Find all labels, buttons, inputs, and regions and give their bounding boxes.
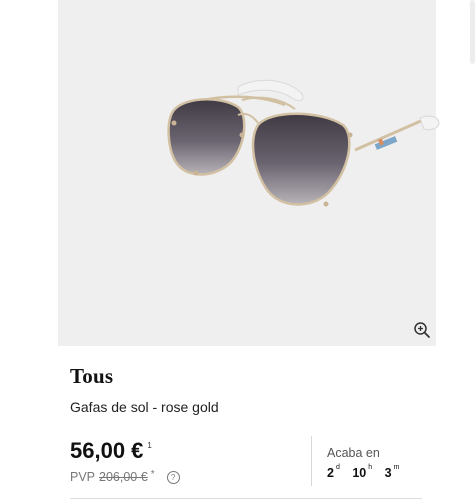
zoom-in-icon[interactable] (413, 321, 431, 339)
countdown: Acaba en 2d 10 h 3m (327, 446, 408, 480)
scrollbar[interactable] (470, 0, 475, 64)
countdown-label: Acaba en (327, 446, 380, 460)
sunglasses-image (167, 79, 440, 207)
price-footnote-marker: 1 (147, 441, 152, 450)
product-name[interactable]: Gafas de sol - rose gold (70, 399, 219, 415)
countdown-hours-unit: h (368, 464, 373, 471)
countdown-minutes-unit: m (393, 464, 400, 471)
price-block: 56,00 €1 (70, 438, 152, 464)
product-brand[interactable]: Tous (70, 364, 113, 389)
bottom-divider (70, 498, 422, 499)
pvp-line: PVP 206,00 € * ? (70, 468, 180, 484)
product-page: Tous Gafas de sol - rose gold 56,00 €1 P… (0, 0, 475, 501)
countdown-hours: 10 (352, 466, 367, 480)
original-price: 206,00 € (99, 470, 148, 484)
price-divider (311, 436, 312, 486)
countdown-values: 2d 10 h 3m (327, 464, 408, 480)
product-image-panel[interactable] (58, 0, 440, 346)
current-price: 56,00 € (70, 438, 144, 463)
pvp-asterisk: * (150, 468, 155, 480)
question-icon[interactable]: ? (166, 470, 180, 484)
countdown-days-unit: d (335, 464, 340, 471)
countdown-days: 2 (327, 466, 334, 480)
pvp-label: PVP (70, 470, 96, 484)
countdown-minutes: 3 (384, 466, 392, 480)
